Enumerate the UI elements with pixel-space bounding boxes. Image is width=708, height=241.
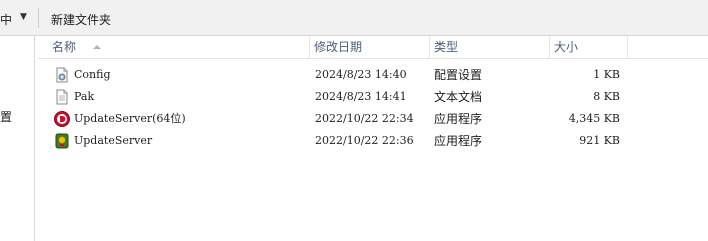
file-name: UpdateServer (74, 134, 153, 147)
file-name: Pak (74, 90, 95, 103)
file-date: 2024/8/23 14:41 (315, 90, 407, 103)
column-header-filler (628, 36, 708, 58)
file-type: 配置设置 (434, 68, 483, 82)
file-name: UpdateServer(64位) (74, 112, 186, 125)
column-header-type-label: 类型 (434, 40, 459, 54)
column-header-row: 名称 修改日期 类型 大小 (38, 36, 708, 59)
column-header-date[interactable]: 修改日期 (310, 36, 430, 58)
file-row-updateserver[interactable]: UpdateServer 2022/10/22 22:36 应用程序 921 K… (38, 130, 708, 152)
file-row-pak[interactable]: Pak 2024/8/23 14:41 文本文档 8 KB (38, 86, 708, 108)
file-list: Config 2024/8/23 14:40 配置设置 1 KB Pak 202… (38, 64, 708, 152)
column-header-name[interactable]: 名称 (48, 36, 310, 58)
column-header-size[interactable]: 大小 (550, 36, 628, 58)
toolbar: 中 ▼ 新建文件夹 (0, 0, 708, 36)
file-name: Config (74, 68, 111, 81)
file-size: 921 KB (579, 134, 620, 147)
column-header-date-label: 修改日期 (314, 40, 363, 54)
text-file-icon (54, 89, 70, 105)
organize-menu-partial[interactable]: 中 (0, 11, 12, 28)
config-file-icon (54, 67, 70, 83)
dropdown-arrow-icon[interactable]: ▼ (20, 12, 27, 22)
file-size: 8 KB (593, 90, 620, 103)
column-header-size-label: 大小 (554, 40, 579, 54)
file-row-config[interactable]: Config 2024/8/23 14:40 配置设置 1 KB (38, 64, 708, 86)
file-type: 文本文档 (434, 90, 483, 104)
toolbar-divider (38, 8, 39, 28)
column-header-type[interactable]: 类型 (430, 36, 550, 58)
file-type: 应用程序 (434, 112, 483, 126)
file-size: 1 KB (593, 68, 620, 81)
file-type: 应用程序 (434, 134, 483, 148)
new-folder-button[interactable]: 新建文件夹 (51, 11, 111, 28)
sort-ascending-icon (93, 45, 101, 49)
column-header-name-label: 名称 (52, 40, 77, 54)
file-size: 4,345 KB (568, 112, 620, 125)
green-app-icon (54, 133, 70, 149)
file-row-updateserver-64[interactable]: UpdateServer(64位) 2022/10/22 22:34 应用程序 … (38, 108, 708, 130)
red-app-icon (54, 111, 70, 127)
file-date: 2024/8/23 14:40 (315, 68, 407, 81)
navigation-pane: 置 (0, 36, 35, 241)
file-date: 2022/10/22 22:34 (315, 112, 414, 125)
file-date: 2022/10/22 22:36 (315, 134, 414, 147)
nav-item-partial[interactable]: 置 (0, 108, 12, 125)
